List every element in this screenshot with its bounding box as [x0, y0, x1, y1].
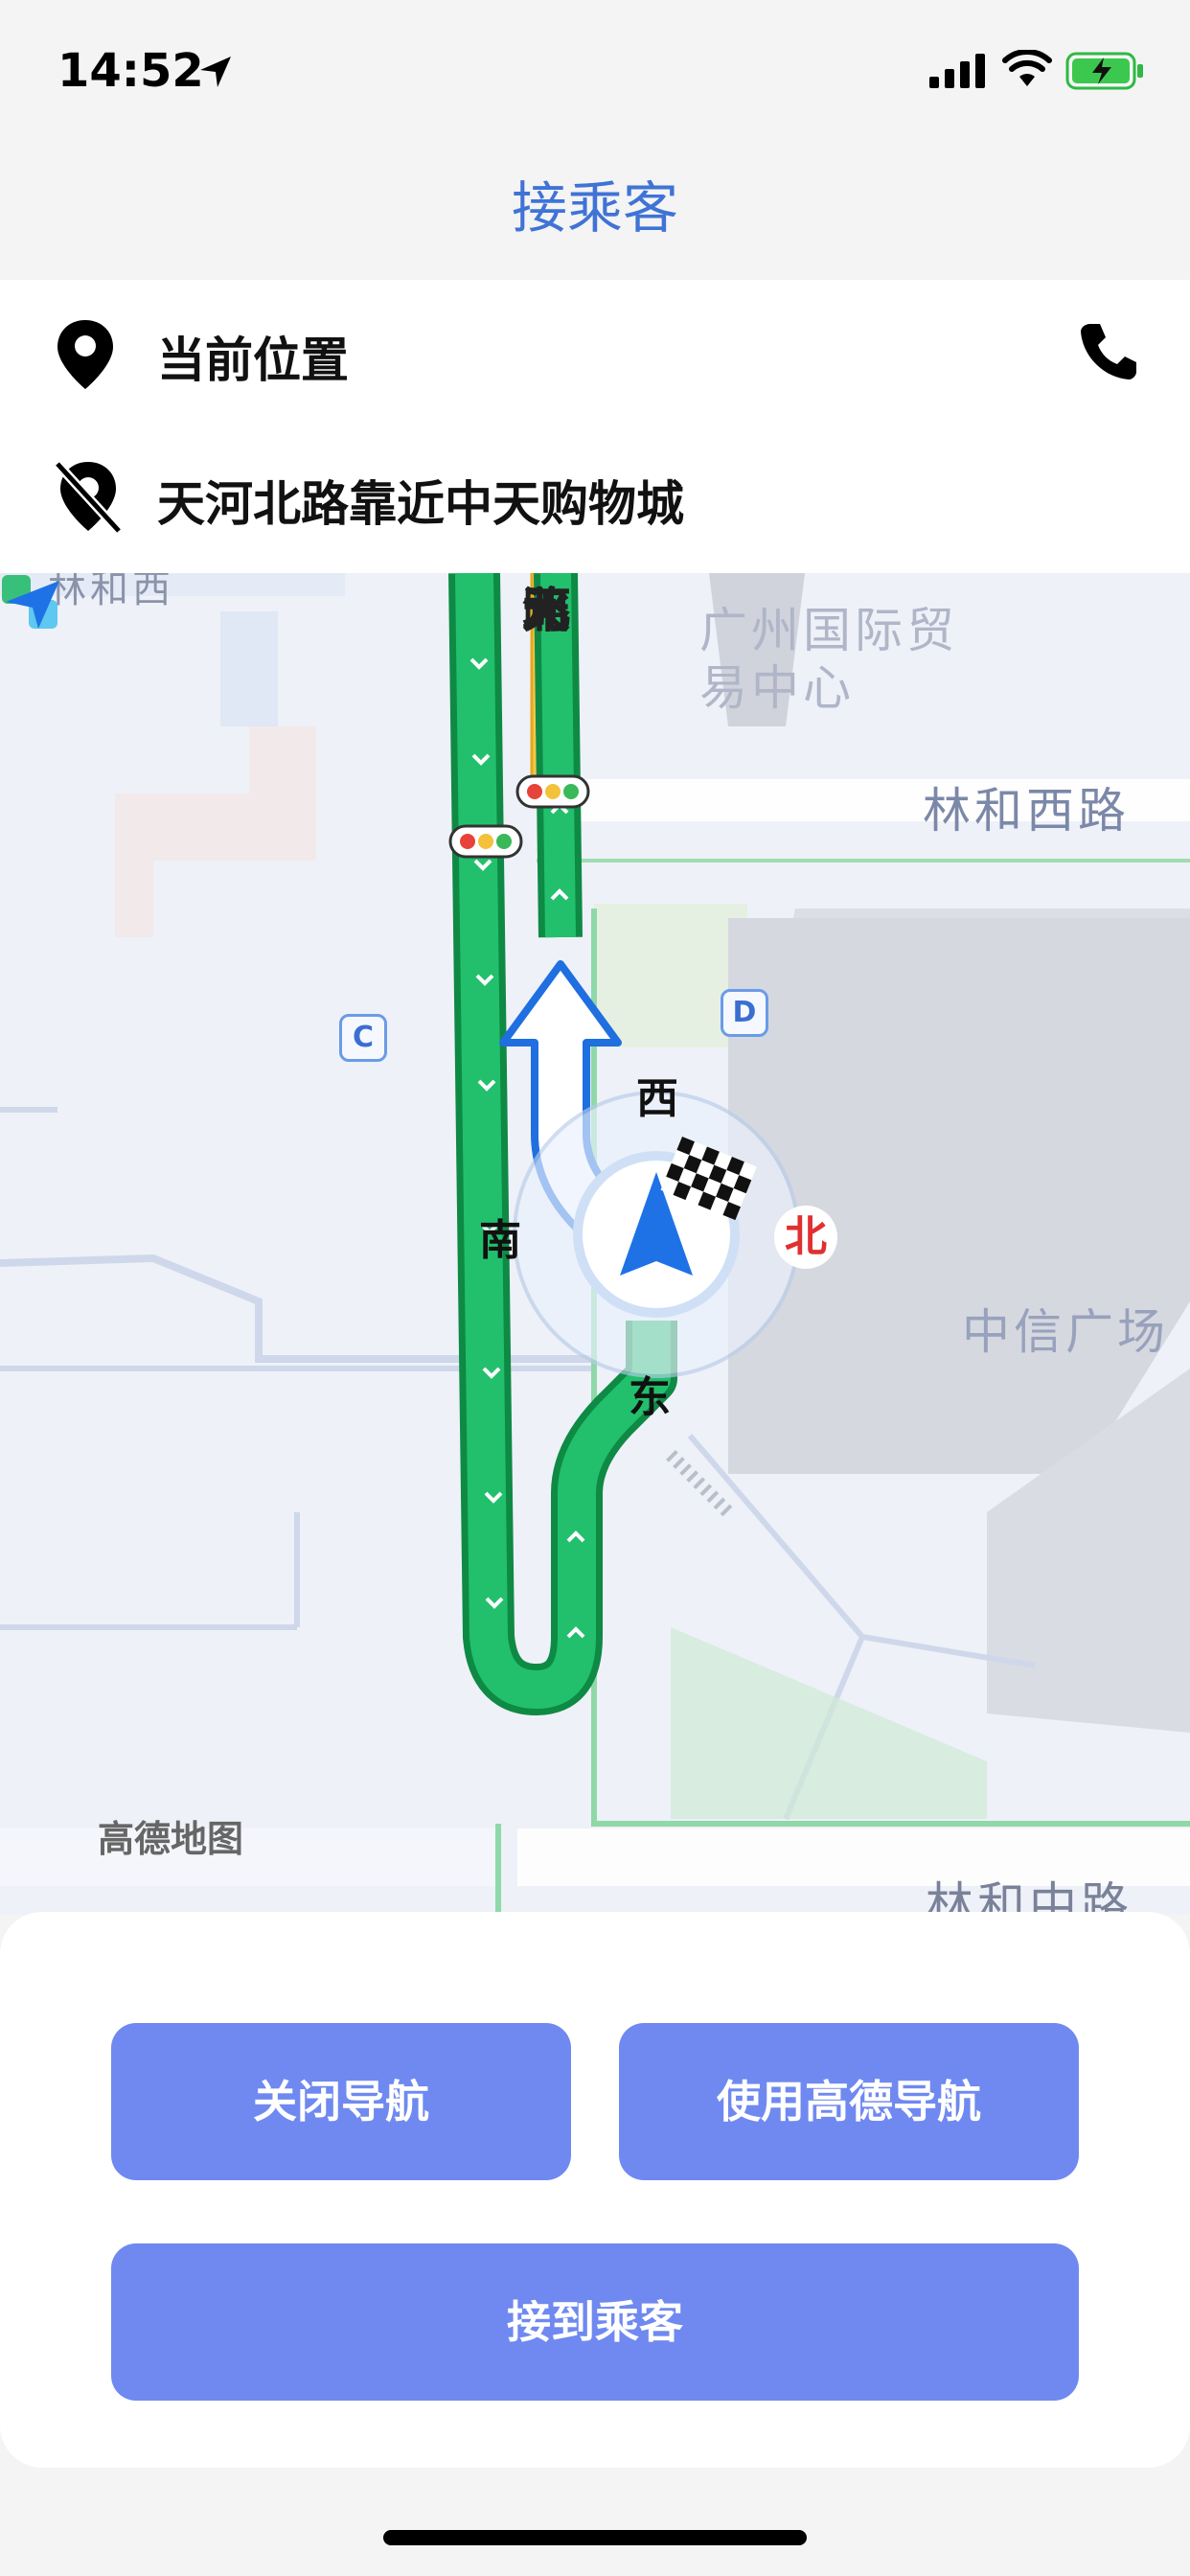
- phone-icon[interactable]: [1077, 320, 1140, 383]
- road-char: 路: [522, 583, 570, 638]
- map-label-linhexi: 林和西: [48, 573, 174, 611]
- destination-label: 天河北路靠近中天购物城: [157, 476, 684, 532]
- status-time: 14:52: [57, 44, 204, 98]
- cell-signal-icon: [929, 54, 985, 88]
- location-arrow-icon: [200, 57, 231, 87]
- close-navigation-button[interactable]: 关闭导航: [111, 2023, 571, 2180]
- map-label-road-bottom: 林和中路: [926, 1877, 1133, 1915]
- location-pin-icon: [57, 320, 113, 389]
- compass-north[interactable]: 北: [774, 1206, 837, 1269]
- amap-brand-text: 高德地图: [98, 1818, 244, 1860]
- home-indicator[interactable]: [383, 2530, 807, 2545]
- entrance-c-badge: C: [339, 1014, 387, 1062]
- action-panel: 关闭导航 使用高德导航 接到乘客: [0, 1912, 1190, 2468]
- compass-south: 南: [479, 1216, 521, 1265]
- compass-east: 东: [629, 1373, 671, 1422]
- map-label-citic-plaza: 中信广场: [962, 1304, 1169, 1360]
- passenger-picked-up-button[interactable]: 接到乘客: [111, 2243, 1079, 2401]
- current-location-label: 当前位置: [157, 333, 349, 388]
- location-pin-off-icon: [54, 460, 123, 535]
- entrance-d-badge: D: [721, 989, 768, 1037]
- compass-west: 西: [636, 1074, 678, 1123]
- status-bar: 14:52: [0, 0, 1190, 144]
- amap-logo-icon: [2, 575, 59, 629]
- map-label-road-right: 林和西路: [923, 783, 1130, 839]
- wifi-icon: [1002, 50, 1052, 86]
- use-amap-navigation-button[interactable]: 使用高德导航: [619, 2023, 1079, 2180]
- destination-row: 天河北路靠近中天购物城: [0, 424, 1190, 567]
- current-location-row: 当前位置: [0, 280, 1190, 424]
- page-title: 接乘客: [511, 175, 678, 241]
- map-label-building: 广州国际贸易中心: [699, 603, 958, 716]
- location-card: 当前位置 天河北路靠近中天购物城: [0, 280, 1190, 573]
- traffic-light-icon: [515, 774, 590, 809]
- navigation-map[interactable]: 林和西 广州国际贸易中心 林和西路 中信广场 林和中路 天 河 北 路 C D …: [0, 573, 1190, 1915]
- battery-charging-icon: [1065, 52, 1143, 90]
